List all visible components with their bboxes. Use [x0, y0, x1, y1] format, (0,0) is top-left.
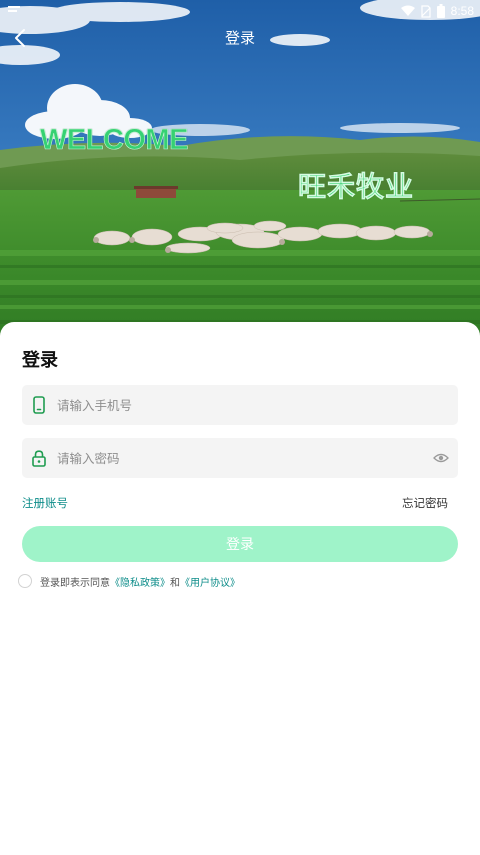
- welcome-headline: WELCOME: [40, 124, 189, 157]
- lock-icon: [31, 448, 47, 468]
- notification-icon: [8, 6, 20, 12]
- agreement-prefix: 登录即表示同意: [40, 577, 110, 589]
- back-button[interactable]: [6, 24, 34, 52]
- login-card: 登录 注册账号 忘记密码 登录 登录即表: [0, 322, 480, 855]
- login-button[interactable]: 登录: [22, 526, 458, 562]
- agreement-conjunction: 和: [170, 577, 180, 589]
- password-input[interactable]: [57, 438, 432, 478]
- wifi-icon: [400, 5, 415, 16]
- privacy-policy-link[interactable]: 《隐私政策》: [110, 574, 170, 589]
- brand-name: 旺禾牧业: [298, 170, 415, 204]
- user-agreement-link[interactable]: 《用户协议》: [180, 574, 240, 589]
- phone-field: [22, 385, 458, 425]
- forgot-password-link[interactable]: 忘记密码: [402, 495, 448, 511]
- phone-icon: [31, 395, 47, 415]
- register-link[interactable]: 注册账号: [22, 495, 68, 511]
- status-time: 8:58: [450, 4, 474, 18]
- hero-banner: 8:58 登录 WELCOME 旺禾牧业: [0, 0, 480, 345]
- no-sim-icon: [421, 4, 431, 18]
- chevron-left-icon: [15, 29, 25, 47]
- password-field: [22, 438, 458, 478]
- status-bar: 8:58: [0, 0, 480, 22]
- phone-input[interactable]: [57, 385, 458, 425]
- agreement-checkbox[interactable]: [18, 574, 32, 588]
- form-title: 登录: [22, 350, 58, 371]
- battery-icon: [436, 4, 445, 18]
- eye-icon[interactable]: [432, 451, 450, 465]
- agreement-row: 登录即表示同意 《隐私政策》 和 《用户协议》: [18, 573, 240, 589]
